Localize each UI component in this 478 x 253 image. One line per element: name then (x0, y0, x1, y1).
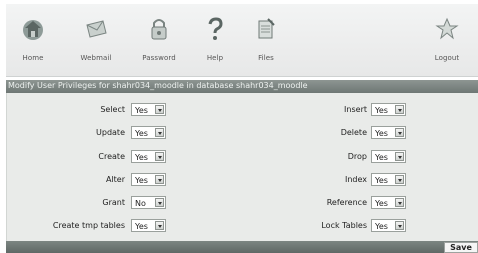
privilege-row: Grant No (7, 194, 227, 212)
privilege-label: Create tmp tables (52, 221, 125, 230)
privilege-select-index[interactable]: Yes (371, 173, 406, 186)
privilege-select-create[interactable]: Yes (131, 150, 166, 163)
select-value: Yes (375, 106, 388, 115)
privilege-row: Select Yes (7, 101, 227, 119)
privilege-select-alter[interactable]: Yes (131, 173, 166, 186)
privilege-row: Create tmp tables Yes (7, 217, 227, 235)
chevron-down-icon (395, 152, 404, 161)
chevron-down-icon (395, 221, 404, 230)
privileges-panel: Select Yes Update Yes Create Yes Alter Y… (6, 93, 478, 241)
nav-password-label: Password (142, 54, 176, 62)
chevron-down-icon (155, 152, 164, 161)
nav-home[interactable]: Home (8, 16, 58, 66)
privilege-select-select[interactable]: Yes (131, 103, 166, 116)
chevron-down-icon (155, 128, 164, 137)
nav-help[interactable]: Help (190, 16, 240, 66)
privilege-row: Alter Yes (7, 171, 227, 189)
privilege-row: Insert Yes (247, 101, 427, 119)
files-icon (258, 18, 275, 39)
nav-webmail[interactable]: Webmail (71, 16, 121, 66)
privilege-label: Select (100, 105, 125, 114)
chevron-down-icon (395, 198, 404, 207)
select-value: No (135, 199, 146, 208)
privilege-label: Update (96, 128, 125, 137)
privilege-row: Drop Yes (247, 148, 427, 166)
password-lock-icon (151, 19, 167, 40)
privileges-header: Modify User Privileges for shahr034_mood… (6, 80, 478, 93)
privilege-select-delete[interactable]: Yes (371, 126, 406, 139)
privilege-row: Update Yes (7, 124, 227, 142)
chevron-down-icon (155, 198, 164, 207)
privilege-select-lock-tables[interactable]: Yes (371, 219, 406, 232)
privilege-label: Lock Tables (321, 221, 367, 230)
nav-files[interactable]: Files (241, 16, 291, 66)
privilege-row: Reference Yes (247, 194, 427, 212)
footer-bar: Save (6, 241, 478, 253)
select-value: Yes (135, 129, 148, 138)
save-button[interactable]: Save (444, 242, 478, 253)
logout-icon (435, 17, 459, 40)
nav-home-label: Home (22, 54, 44, 62)
select-value: Yes (375, 176, 388, 185)
nav-help-label: Help (206, 54, 224, 62)
privilege-row: Lock Tables Yes (247, 217, 427, 235)
select-value: Yes (375, 153, 388, 162)
privilege-row: Index Yes (247, 171, 427, 189)
nav-password[interactable]: Password (134, 16, 184, 66)
privilege-select-insert[interactable]: Yes (371, 103, 406, 116)
privilege-label: Alter (105, 175, 125, 184)
privilege-row: Create Yes (7, 148, 227, 166)
chevron-down-icon (155, 105, 164, 114)
chevron-down-icon (155, 221, 164, 230)
privilege-label: Index (344, 175, 367, 184)
privilege-row: Delete Yes (247, 124, 427, 142)
select-value: Yes (135, 106, 148, 115)
nav-webmail-label: Webmail (80, 54, 112, 62)
privileges-title: Modify User Privileges for shahr034_mood… (8, 81, 308, 90)
privilege-label: Grant (102, 198, 125, 207)
privilege-select-update[interactable]: Yes (131, 126, 166, 139)
privilege-select-create-tmp-tables[interactable]: Yes (131, 219, 166, 232)
privilege-label: Drop (347, 152, 367, 161)
privilege-select-reference[interactable]: Yes (371, 196, 406, 209)
top-navigation: Home Webmail Password Help Files Logout (6, 4, 478, 77)
select-value: Yes (135, 222, 148, 231)
select-value: Yes (375, 199, 388, 208)
privilege-label: Delete (340, 128, 367, 137)
nav-files-label: Files (258, 54, 274, 62)
home-icon (23, 20, 43, 40)
privilege-label: Create (98, 152, 125, 161)
select-value: Yes (375, 129, 388, 138)
chevron-down-icon (155, 175, 164, 184)
select-value: Yes (135, 153, 148, 162)
privilege-label: Reference (326, 198, 367, 207)
privilege-select-drop[interactable]: Yes (371, 150, 406, 163)
select-value: Yes (375, 222, 388, 231)
chevron-down-icon (395, 128, 404, 137)
chevron-down-icon (395, 175, 404, 184)
help-icon (208, 17, 223, 40)
nav-logout-label: Logout (434, 54, 460, 62)
chevron-down-icon (395, 105, 404, 114)
nav-logout[interactable]: Logout (422, 16, 472, 66)
webmail-icon (86, 20, 107, 38)
privilege-select-grant[interactable]: No (131, 196, 166, 209)
select-value: Yes (135, 176, 148, 185)
privilege-label: Insert (344, 105, 367, 114)
